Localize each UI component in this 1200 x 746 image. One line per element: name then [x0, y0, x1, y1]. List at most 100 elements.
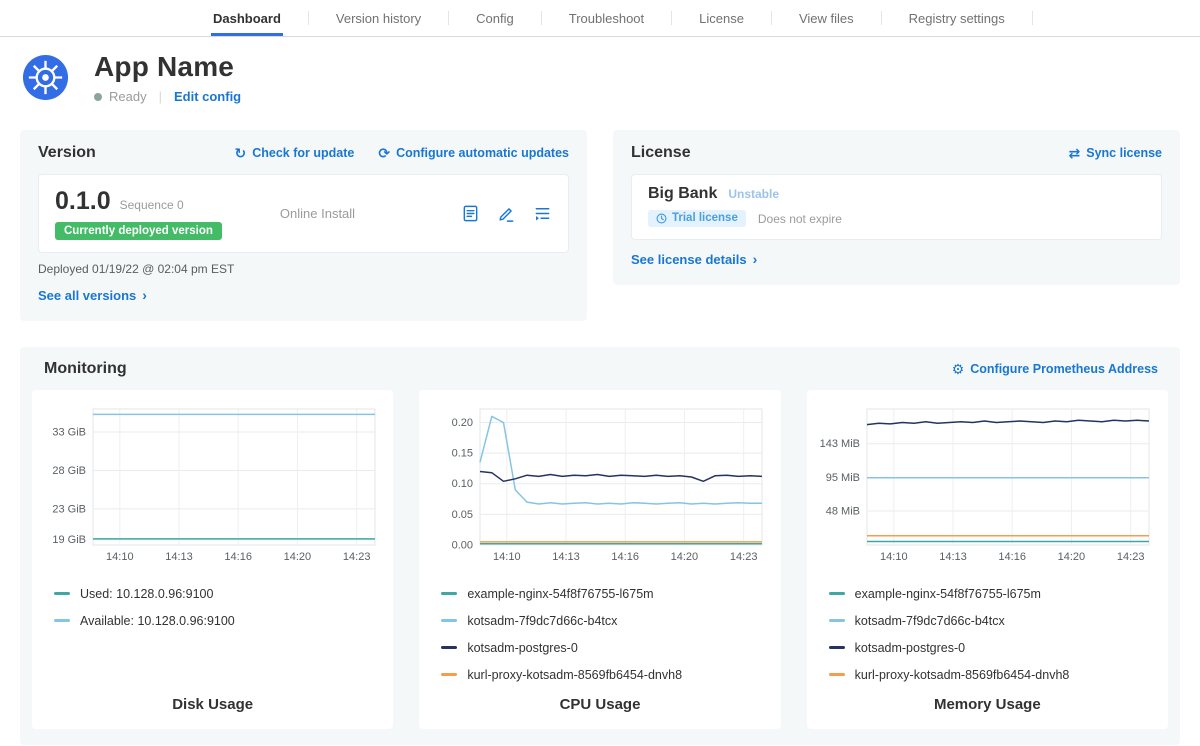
svg-text:14:10: 14:10 [880, 551, 908, 563]
edit-config-link[interactable]: Edit config [174, 89, 241, 104]
legend-label: kotsadm-postgres-0 [467, 641, 577, 655]
tab-troubleshoot[interactable]: Troubleshoot [569, 0, 644, 36]
nav-divider [881, 11, 882, 25]
sync-license-link[interactable]: ⇄ Sync license [1069, 146, 1162, 160]
svg-text:48 MiB: 48 MiB [826, 505, 860, 517]
memory-usage-panel: 143 MiB95 MiB48 MiB14:1014:1314:1614:201… [807, 390, 1168, 729]
legend-label: example-nginx-54f8f76755-l675m [467, 587, 653, 601]
legend-color-swatch [441, 673, 457, 676]
current-version-box: 0.1.0 Sequence 0 Currently deployed vers… [38, 174, 569, 253]
divider: | [159, 89, 162, 104]
see-all-versions-link[interactable]: See all versions › [38, 287, 147, 303]
install-type-label: Online Install [280, 206, 461, 221]
legend-label: kotsadm-7f9dc7d66c-b4tcx [467, 614, 617, 628]
version-info: 0.1.0 Sequence 0 Currently deployed vers… [55, 187, 222, 240]
app-status-text: Ready [109, 89, 147, 104]
legend-color-swatch [441, 646, 457, 649]
check-for-update-link[interactable]: ↻ Check for update [234, 146, 354, 160]
monitoring-title: Monitoring [44, 360, 127, 378]
legend-color-swatch [441, 619, 457, 622]
nav-divider [771, 11, 772, 25]
chart-title: CPU Usage [429, 682, 770, 713]
release-notes-icon[interactable] [461, 204, 480, 223]
chart-title: Disk Usage [42, 682, 383, 713]
chart-legend-item: example-nginx-54f8f76755-l675m [441, 587, 770, 601]
version-sequence: Sequence 0 [120, 198, 184, 212]
svg-text:95 MiB: 95 MiB [826, 472, 860, 484]
cards-row: Version ↻ Check for update ⟳ Configure a… [0, 130, 1200, 321]
disk-usage-chart: 33 GiB28 GiB23 GiB19 GiB14:1014:1314:161… [42, 403, 383, 575]
license-channel: Unstable [728, 187, 779, 201]
deploy-logs-icon[interactable] [533, 204, 552, 223]
trial-license-badge: Trial license [648, 210, 746, 227]
svg-text:14:13: 14:13 [552, 551, 580, 563]
version-card-title: Version [38, 144, 96, 162]
svg-text:33 GiB: 33 GiB [52, 426, 86, 438]
legend-color-swatch [829, 619, 845, 622]
chart-legend-item: kotsadm-7f9dc7d66c-b4tcx [441, 614, 770, 628]
chart-legend-item: kotsadm-7f9dc7d66c-b4tcx [829, 614, 1158, 628]
license-card: License ⇄ Sync license Big Bank Unstable [613, 130, 1180, 285]
tab-version-history[interactable]: Version history [336, 0, 421, 36]
license-assignee: Big Bank [648, 185, 717, 203]
app-status-dot [94, 93, 102, 101]
svg-text:0.15: 0.15 [452, 447, 473, 459]
legend-color-swatch [829, 592, 845, 595]
svg-text:143 MiB: 143 MiB [820, 438, 860, 450]
chart-legend-item: kurl-proxy-kotsadm-8569fb6454-dnvh8 [441, 668, 770, 682]
disk-usage-legend: Used: 10.128.0.96:9100 Available: 10.128.… [54, 587, 383, 628]
kubernetes-app-icon [22, 54, 69, 101]
gear-icon: ⚙ [952, 362, 965, 376]
svg-text:14:16: 14:16 [611, 551, 639, 563]
configure-prometheus-link[interactable]: ⚙ Configure Prometheus Address [952, 362, 1158, 376]
svg-text:28 GiB: 28 GiB [52, 465, 86, 477]
see-license-details-link[interactable]: See license details › [631, 251, 757, 267]
app-header: App Name Ready | Edit config [0, 37, 1200, 114]
monitoring-card: Monitoring ⚙ Configure Prometheus Addres… [20, 347, 1180, 745]
license-card-title: License [631, 144, 691, 162]
legend-label: Available: 10.128.0.96:9100 [80, 614, 235, 628]
nav-divider [541, 11, 542, 25]
chevron-right-icon: › [753, 251, 758, 267]
tab-registry-settings[interactable]: Registry settings [909, 0, 1005, 36]
disk-usage-panel: 33 GiB28 GiB23 GiB19 GiB14:1014:1314:161… [32, 390, 393, 729]
tab-config[interactable]: Config [476, 0, 514, 36]
cpu-usage-legend: example-nginx-54f8f76755-l675m kotsadm-7f… [441, 587, 770, 682]
svg-text:14:23: 14:23 [1117, 551, 1145, 563]
license-expiration: Does not expire [758, 212, 842, 226]
tab-view-files[interactable]: View files [799, 0, 854, 36]
svg-text:0.05: 0.05 [452, 509, 473, 521]
legend-label: kurl-proxy-kotsadm-8569fb6454-dnvh8 [855, 668, 1070, 682]
cpu-usage-panel: 0.200.150.100.050.0014:1014:1314:1614:20… [419, 390, 780, 729]
edit-config-icon[interactable] [497, 204, 516, 223]
svg-text:14:16: 14:16 [224, 551, 252, 563]
nav-divider [448, 11, 449, 25]
legend-color-swatch [829, 673, 845, 676]
svg-text:23 GiB: 23 GiB [52, 503, 86, 515]
svg-text:19 GiB: 19 GiB [52, 534, 86, 546]
chart-legend-item: Used: 10.128.0.96:9100 [54, 587, 383, 601]
svg-text:14:20: 14:20 [283, 551, 311, 563]
legend-label: example-nginx-54f8f76755-l675m [855, 587, 1041, 601]
chart-legend-item: kurl-proxy-kotsadm-8569fb6454-dnvh8 [829, 668, 1158, 682]
nav-divider [308, 11, 309, 25]
schedule-icon: ⟳ [378, 146, 390, 160]
chart-legend-item: kotsadm-postgres-0 [441, 641, 770, 655]
svg-text:14:16: 14:16 [999, 551, 1027, 563]
refresh-icon: ↻ [234, 146, 246, 160]
svg-text:14:20: 14:20 [1058, 551, 1086, 563]
tab-dashboard[interactable]: Dashboard [213, 0, 281, 36]
legend-label: kotsadm-7f9dc7d66c-b4tcx [855, 614, 1005, 628]
chart-legend-item: example-nginx-54f8f76755-l675m [829, 587, 1158, 601]
version-card: Version ↻ Check for update ⟳ Configure a… [20, 130, 587, 321]
legend-label: Used: 10.128.0.96:9100 [80, 587, 213, 601]
tab-license[interactable]: License [699, 0, 744, 36]
configure-automatic-updates-link[interactable]: ⟳ Configure automatic updates [378, 146, 569, 160]
svg-text:0.20: 0.20 [452, 417, 473, 429]
chart-canvas: 0.200.150.100.050.0014:1014:1314:1614:20… [432, 403, 768, 575]
legend-color-swatch [829, 646, 845, 649]
memory-usage-legend: example-nginx-54f8f76755-l675m kotsadm-7f… [829, 587, 1158, 682]
deployed-timestamp: Deployed 01/19/22 @ 02:04 pm EST [38, 262, 569, 276]
svg-text:14:10: 14:10 [493, 551, 521, 563]
cpu-usage-chart: 0.200.150.100.050.0014:1014:1314:1614:20… [429, 403, 770, 575]
